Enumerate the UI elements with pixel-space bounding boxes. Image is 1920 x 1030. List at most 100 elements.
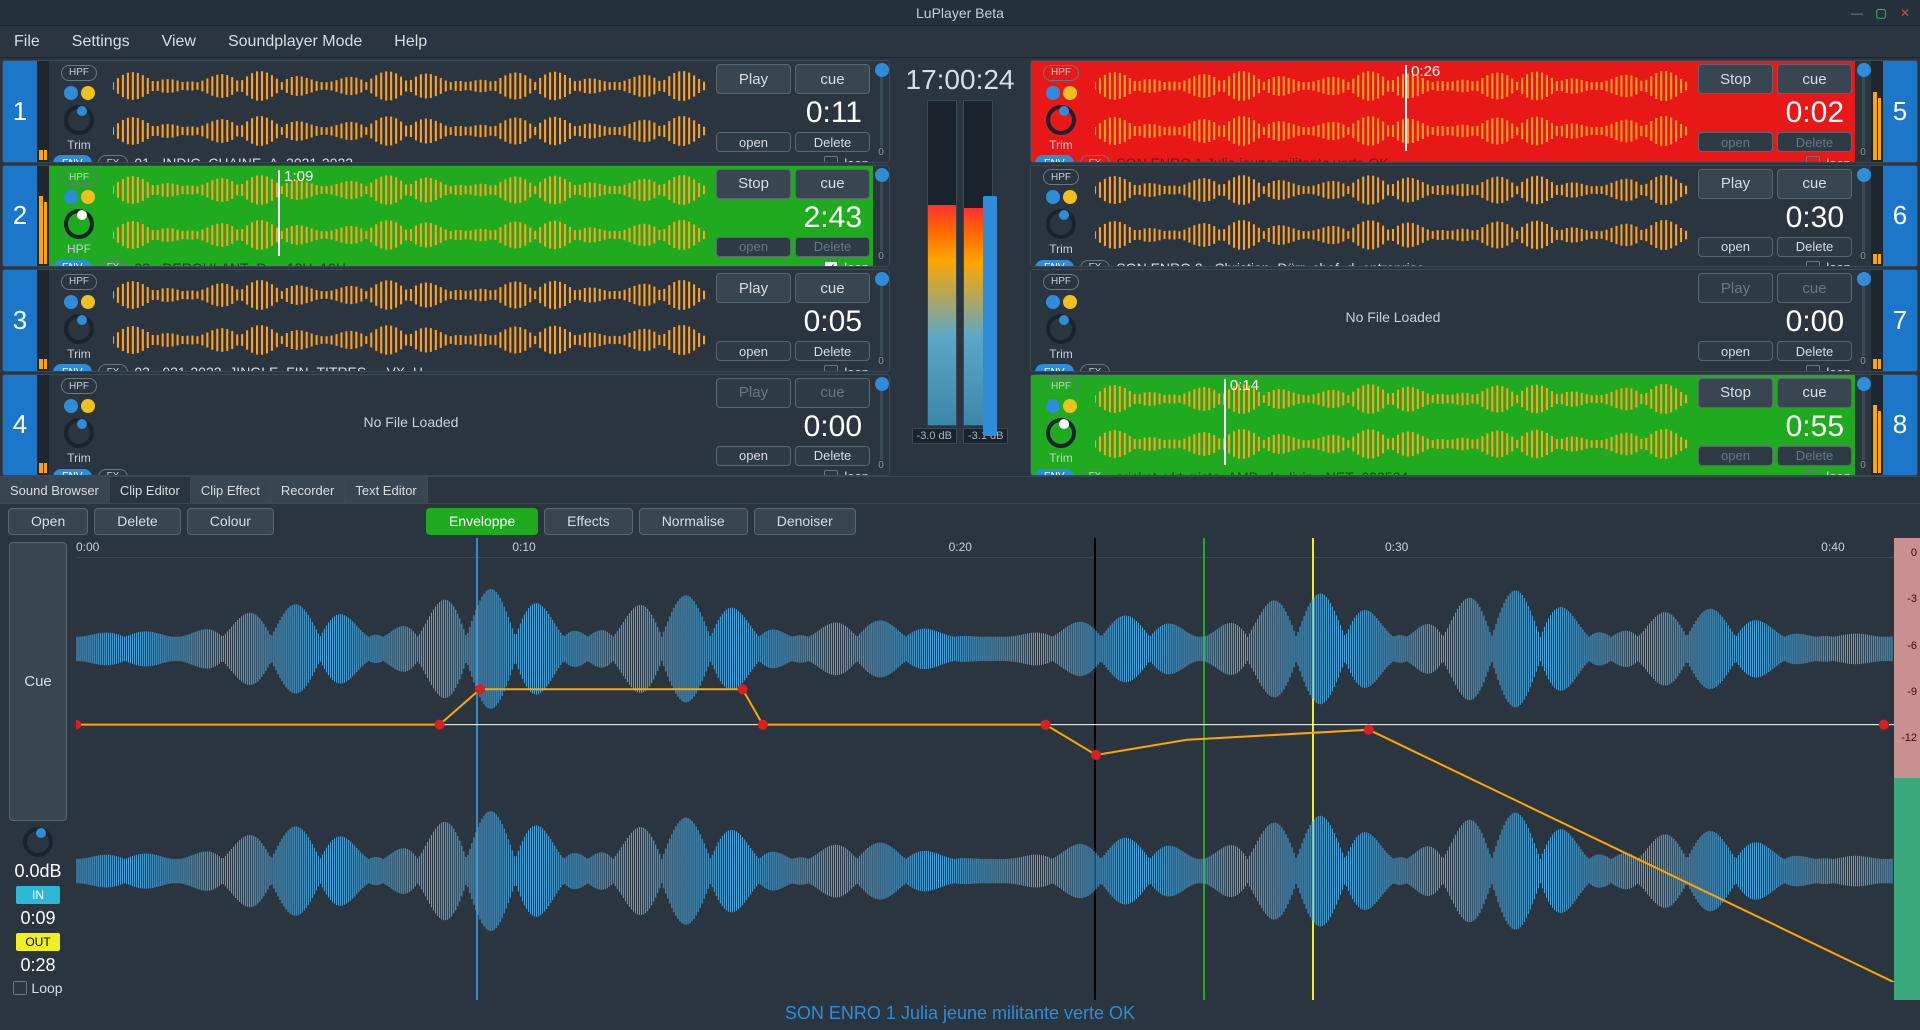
player-number[interactable]: 3 — [3, 270, 37, 371]
fx-pill[interactable]: FX — [1080, 469, 1111, 477]
colour-dot-blue[interactable] — [1046, 399, 1060, 413]
player-number[interactable]: 4 — [3, 375, 37, 476]
menu-mode[interactable]: Soundplayer Mode — [228, 33, 362, 51]
player-waveform[interactable]: No File Loaded — [1091, 270, 1695, 364]
cue-button[interactable]: cue — [1777, 64, 1852, 94]
player-fader[interactable]: 0 — [873, 270, 889, 371]
hpf-button[interactable]: HPF — [1043, 274, 1079, 290]
player-fader[interactable]: 0 — [1855, 166, 1871, 267]
trim-knob[interactable] — [1046, 314, 1076, 344]
delete-button[interactable]: Delete — [795, 237, 870, 257]
cue-button[interactable]: cue — [795, 273, 870, 303]
open-button[interactable]: open — [716, 237, 791, 257]
fx-pill[interactable]: FX — [1080, 364, 1111, 372]
tab-clip-editor[interactable]: Clip Editor — [110, 477, 191, 503]
editor-waveform[interactable]: 0:000:100:200:300:40 — [76, 538, 1894, 1000]
player-waveform[interactable] — [109, 270, 713, 364]
open-button[interactable]: open — [716, 341, 791, 361]
tab-recorder[interactable]: Recorder — [271, 477, 345, 503]
menu-help[interactable]: Help — [394, 33, 427, 51]
open-button[interactable]: open — [1698, 446, 1773, 466]
play-button[interactable]: Play — [716, 378, 791, 408]
hpf-button[interactable]: HPF — [1043, 378, 1079, 394]
editor-effects-button[interactable]: Effects — [544, 508, 633, 535]
play-button[interactable]: Stop — [1698, 378, 1773, 408]
loop-checkbox[interactable] — [1806, 156, 1820, 163]
editor-envelope-button[interactable]: Enveloppe — [426, 508, 538, 535]
hpf-button[interactable]: HPF — [61, 169, 97, 185]
hpf-button[interactable]: HPF — [61, 274, 97, 290]
env-pill[interactable]: ENV — [1035, 260, 1074, 268]
env-pill[interactable]: ENV — [1035, 155, 1074, 163]
env-pill[interactable]: ENV — [1035, 469, 1074, 477]
delete-button[interactable]: Delete — [1777, 446, 1852, 466]
player-fader[interactable]: 0 — [873, 375, 889, 476]
colour-dot-yellow[interactable] — [1063, 399, 1077, 413]
editor-normalise-button[interactable]: Normalise — [639, 508, 748, 535]
colour-dot-yellow[interactable] — [81, 190, 95, 204]
fx-pill[interactable]: FX — [98, 260, 129, 268]
open-button[interactable]: open — [716, 132, 791, 152]
loop-checkbox[interactable] — [824, 156, 838, 163]
tab-text-editor[interactable]: Text Editor — [345, 477, 427, 503]
colour-dot-blue[interactable] — [64, 86, 78, 100]
colour-dot-yellow[interactable] — [81, 86, 95, 100]
player-fader[interactable]: 0 — [873, 61, 889, 162]
editor-cue-button[interactable]: Cue — [9, 542, 67, 821]
player-number[interactable]: 1 — [3, 61, 37, 162]
colour-dot-blue[interactable] — [64, 399, 78, 413]
colour-dot-yellow[interactable] — [81, 399, 95, 413]
fx-pill[interactable]: FX — [98, 155, 129, 163]
close-icon[interactable]: ✕ — [1896, 6, 1914, 20]
colour-dot-yellow[interactable] — [1063, 86, 1077, 100]
menu-view[interactable]: View — [162, 33, 196, 51]
trim-knob[interactable] — [64, 105, 94, 135]
colour-dot-blue[interactable] — [1046, 295, 1060, 309]
editor-delete-button[interactable]: Delete — [94, 508, 180, 535]
editor-colour-button[interactable]: Colour — [187, 508, 274, 535]
player-waveform[interactable] — [1091, 166, 1695, 260]
cue-button[interactable]: cue — [795, 64, 870, 94]
env-pill[interactable]: ENV — [53, 469, 92, 477]
player-waveform[interactable]: 0:26 — [1091, 61, 1695, 155]
play-button[interactable]: Play — [716, 64, 791, 94]
hpf-button[interactable]: HPF — [61, 378, 97, 394]
delete-button[interactable]: Delete — [795, 132, 870, 152]
trim-knob[interactable] — [1046, 105, 1076, 135]
player-fader[interactable]: 0 — [1855, 270, 1871, 371]
player-fader[interactable]: 0 — [1855, 61, 1871, 162]
delete-button[interactable]: Delete — [795, 341, 870, 361]
play-button[interactable]: Play — [1698, 169, 1773, 199]
cue-button[interactable]: cue — [1777, 378, 1852, 408]
editor-out-badge[interactable]: OUT — [16, 933, 60, 951]
cue-button[interactable]: cue — [1777, 273, 1852, 303]
loop-checkbox[interactable] — [824, 365, 838, 372]
cue-button[interactable]: cue — [1777, 169, 1852, 199]
player-waveform[interactable]: 0:14 — [1091, 375, 1695, 469]
play-button[interactable]: Stop — [716, 169, 791, 199]
open-button[interactable]: open — [1698, 237, 1773, 257]
colour-dot-yellow[interactable] — [81, 295, 95, 309]
menu-file[interactable]: File — [14, 33, 40, 51]
editor-in-badge[interactable]: IN — [16, 886, 60, 904]
trim-knob[interactable] — [64, 418, 94, 448]
tab-clip-effect[interactable]: Clip Effect — [191, 477, 271, 503]
fx-pill[interactable]: FX — [98, 364, 129, 372]
player-number[interactable]: 5 — [1883, 61, 1917, 162]
menu-settings[interactable]: Settings — [72, 33, 130, 51]
trim-knob[interactable] — [1046, 209, 1076, 239]
player-waveform[interactable] — [109, 61, 713, 155]
colour-dot-yellow[interactable] — [1063, 295, 1077, 309]
hpf-button[interactable]: HPF — [61, 65, 97, 81]
colour-dot-blue[interactable] — [64, 190, 78, 204]
trim-knob[interactable] — [1046, 418, 1076, 448]
player-number[interactable]: 8 — [1883, 375, 1917, 476]
fx-pill[interactable]: FX — [1080, 155, 1111, 163]
delete-button[interactable]: Delete — [1777, 132, 1852, 152]
hpf-button[interactable]: HPF — [1043, 65, 1079, 81]
loop-checkbox[interactable] — [1806, 470, 1820, 477]
open-button[interactable]: open — [1698, 132, 1773, 152]
play-button[interactable]: Stop — [1698, 64, 1773, 94]
play-button[interactable]: Play — [1698, 273, 1773, 303]
player-waveform[interactable]: 1:09 — [109, 166, 713, 260]
